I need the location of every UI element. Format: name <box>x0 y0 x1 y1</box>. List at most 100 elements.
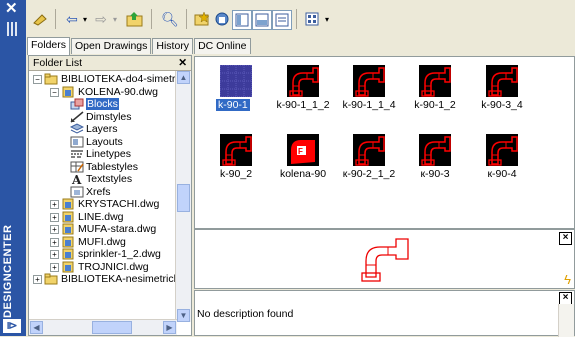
block-thumbnail[interactable]: к-90-3 <box>400 132 470 194</box>
tree-item-label: sprinkler-1_2.dwg <box>78 248 161 260</box>
block-thumbnail[interactable]: k-90-1 <box>201 63 271 125</box>
description-panel: × No description found <box>194 290 575 337</box>
search-button[interactable]: 🔍︎ <box>159 10 181 28</box>
folder-list-panel: Folder List ✕ − BIBLIOTEKA-do4-simetrich −… <box>28 55 192 336</box>
scroll-up-icon[interactable]: ▲ <box>177 71 190 84</box>
description-toggle[interactable] <box>272 10 292 30</box>
block-thumbnail[interactable]: k-90-1_1_4 <box>334 63 404 125</box>
preview-toggle[interactable] <box>252 10 272 30</box>
elbow-block-icon <box>419 134 451 166</box>
block-thumbnail-label: k-90-3_4 <box>481 99 523 111</box>
drawing-file-icon <box>61 211 75 223</box>
tab-strip: Folders Open Drawings History DC Online <box>27 37 252 55</box>
drawing-file-icon <box>61 248 75 260</box>
elbow-block-icon <box>353 65 385 97</box>
block-thumbnail[interactable]: k-90_2 <box>201 132 271 194</box>
chevron-down-icon: ▾ <box>324 14 329 24</box>
expand-icon[interactable]: + <box>50 212 59 222</box>
load-button[interactable] <box>30 10 50 28</box>
tree-item-label: Linetypes <box>86 148 131 160</box>
expand-icon[interactable]: + <box>50 237 59 247</box>
scroll-left-icon[interactable]: ◀ <box>30 321 43 334</box>
views-button[interactable] <box>303 10 321 28</box>
tree-item-label: KOLENA-90.dwg <box>78 85 158 98</box>
drawing-file-icon <box>61 223 75 235</box>
up-button[interactable] <box>124 10 146 28</box>
block-thumbnail-label: k-90-1_2 <box>414 99 456 111</box>
tree-item-label: Textstyles <box>86 173 133 185</box>
search-icon: 🔍︎ <box>161 10 179 27</box>
expand-icon[interactable]: + <box>50 250 59 259</box>
preview-icon <box>255 13 269 27</box>
scroll-right-icon[interactable]: ▶ <box>163 321 176 334</box>
elbow-block-icon <box>419 65 451 97</box>
up-folder-icon <box>126 12 143 27</box>
block-thumbnail-label: kolena-90 <box>279 168 327 180</box>
blocks-icon <box>70 98 84 110</box>
tree-item-label: Xrefs <box>86 185 111 198</box>
tab-folders[interactable]: Folders <box>27 37 71 55</box>
tab-open-drawings[interactable]: Open Drawings <box>71 38 152 54</box>
drawing-file-icon <box>61 198 75 210</box>
home-icon <box>215 12 229 26</box>
drawing-file-icon <box>61 236 75 248</box>
block-thumbnail-label: к-90-3 <box>420 168 450 180</box>
chevron-down-icon: ▾ <box>82 14 87 24</box>
forward-button[interactable]: ⇨ <box>92 10 110 28</box>
block-thumbnail-label: к-90-4 <box>487 168 517 180</box>
home-button[interactable] <box>212 10 232 28</box>
forward-arrow-icon: ⇨ <box>95 10 107 27</box>
favorites-icon <box>194 11 210 26</box>
back-button[interactable]: ⇦ <box>62 10 82 28</box>
block-thumbnail[interactable]: k-90-1_1_2 <box>268 63 338 125</box>
folder-horizontal-scrollbar[interactable]: ◀ ▶ <box>29 319 177 335</box>
palette-title-strip: ✕ DESIGNCENTER ⧐ <box>0 0 26 336</box>
tab-history[interactable]: History <box>152 38 194 54</box>
layers-icon <box>69 123 85 135</box>
block-thumbnail-label: k-90-1_1_4 <box>342 99 396 111</box>
tab-dc-online[interactable]: DC Online <box>194 38 251 54</box>
autohide-icon[interactable]: ⧐ <box>3 319 21 333</box>
expand-icon[interactable]: + <box>33 275 42 284</box>
collapse-icon[interactable]: − <box>33 75 42 84</box>
svg-text:F: F <box>298 147 303 156</box>
block-thumbnail[interactable]: k-90-3_4 <box>467 63 537 125</box>
expand-icon[interactable]: + <box>50 200 59 209</box>
expand-icon[interactable]: + <box>50 225 59 234</box>
scroll-down-icon[interactable]: ▼ <box>177 309 190 322</box>
close-icon[interactable]: ✕ <box>178 56 187 70</box>
scroll-thumb[interactable] <box>92 321 132 334</box>
block-thumbnail[interactable]: к-90-4 <box>467 132 537 194</box>
tree-view-icon <box>235 13 249 27</box>
forward-dropdown[interactable]: ▾ <box>110 10 120 28</box>
block-thumbnail-label: k-90_2 <box>219 168 253 180</box>
views-dropdown[interactable]: ▾ <box>322 10 332 28</box>
layouts-icon <box>70 136 84 148</box>
scroll-thumb[interactable] <box>177 184 190 212</box>
block-thumbnail[interactable]: Fkolena-90 <box>268 132 338 194</box>
tree-item-label: LINE.dwg <box>78 210 124 223</box>
tree-item-label: Dimstyles <box>86 110 132 123</box>
elbow-block-icon <box>353 134 385 166</box>
tree-item-label: KRYSTACHI.dwg <box>78 198 160 210</box>
lightning-icon[interactable]: ϟ <box>564 272 571 287</box>
tablestyles-icon <box>70 161 84 173</box>
block-thumbnail[interactable]: k-90-1_2 <box>400 63 470 125</box>
toolbar: ⇦ ▾ ⇨ ▾ 🔍︎ ▾ <box>26 0 575 37</box>
description-scrollbar[interactable] <box>558 304 574 337</box>
collapse-icon[interactable]: − <box>50 87 59 97</box>
chevron-down-icon: ▾ <box>112 14 117 24</box>
grip-icon[interactable] <box>7 22 18 36</box>
block-thumbnail[interactable]: к-90-2_1_2 <box>334 132 404 194</box>
toolbar-divider <box>55 9 56 29</box>
elbow-block-icon <box>287 65 319 97</box>
close-icon[interactable]: ✕ <box>5 1 18 16</box>
favorites-button[interactable] <box>192 10 212 28</box>
back-dropdown[interactable]: ▾ <box>80 10 90 28</box>
toolbar-divider <box>296 9 297 29</box>
dimstyles-icon <box>70 110 84 123</box>
folder-vertical-scrollbar[interactable]: ▲ ▼ <box>175 71 191 322</box>
tree-view-toggle[interactable] <box>232 10 252 30</box>
expand-icon[interactable]: + <box>50 262 59 272</box>
close-icon[interactable]: × <box>559 232 572 245</box>
